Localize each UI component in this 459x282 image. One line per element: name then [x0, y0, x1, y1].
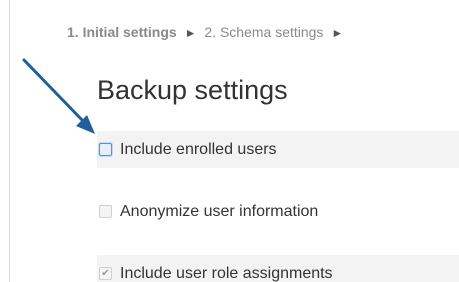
left-divider	[9, 0, 10, 282]
breadcrumb-step-initial-settings: 1. Initial settings	[67, 24, 177, 40]
page-title: Backup settings	[97, 75, 288, 105]
breadcrumb-separator-icon: ►	[184, 26, 197, 40]
backup-settings-page: 1. Initial settings ► 2. Schema settings…	[0, 0, 459, 282]
arrow-shaft	[22, 58, 86, 124]
setting-row-include-enrolled-users[interactable]: Include enrolled users	[97, 131, 459, 168]
include-enrolled-users-checkbox[interactable]	[99, 143, 112, 156]
anonymize-user-information-label: Anonymize user information	[120, 202, 319, 220]
include-user-role-assignments-checkbox: ✔	[99, 267, 112, 280]
include-enrolled-users-label[interactable]: Include enrolled users	[120, 141, 277, 159]
anonymize-user-information-checkbox	[99, 205, 112, 218]
arrow-head	[76, 115, 95, 134]
breadcrumb-step-schema-settings: 2. Schema settings	[204, 24, 324, 40]
include-user-role-assignments-label: Include user role assignments	[120, 264, 333, 282]
setting-row-anonymize-user-information: Anonymize user information	[97, 193, 459, 230]
breadcrumb: 1. Initial settings ► 2. Schema settings…	[67, 24, 347, 41]
breadcrumb-separator-icon: ►	[331, 26, 344, 40]
setting-row-include-user-role-assignments: ✔ Include user role assignments	[97, 255, 459, 282]
